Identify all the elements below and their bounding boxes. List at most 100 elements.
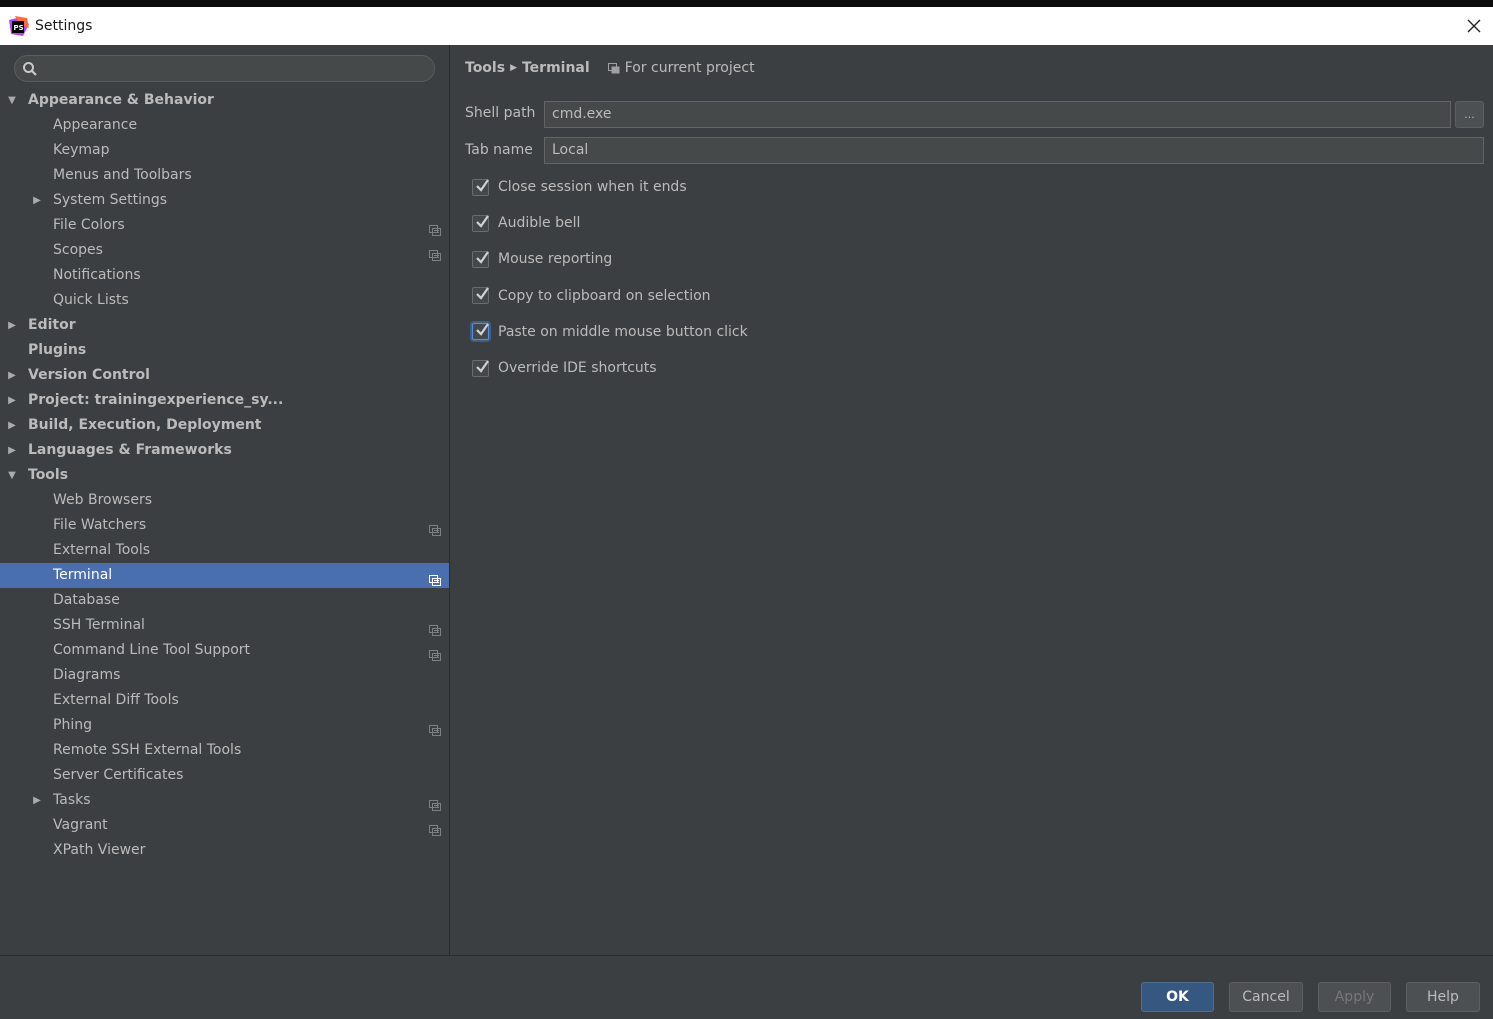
sidebar-item-label: XPath Viewer xyxy=(53,842,146,858)
project-scope-icon xyxy=(429,795,441,811)
sidebar-item-appearance-behavior[interactable]: ▼ Appearance & Behavior xyxy=(0,88,449,113)
sidebar-item-plugins[interactable]: Plugins xyxy=(0,338,449,363)
project-scope-icon xyxy=(429,220,441,236)
breadcrumb-parent: Tools xyxy=(465,60,506,76)
sidebar-item-scopes[interactable]: Scopes xyxy=(0,238,449,263)
checkmark-icon[interactable] xyxy=(472,178,489,196)
sidebar-item-label: Project: trainingexperience_sy... xyxy=(28,392,284,408)
paste-middle-click-checkbox[interactable]: Paste on middle mouse button click xyxy=(472,321,748,343)
chevron-right-icon[interactable]: ▶ xyxy=(6,438,18,463)
sidebar-item-server-certificates[interactable]: Server Certificates xyxy=(0,763,449,788)
sidebar-item-tools[interactable]: ▼ Tools xyxy=(0,463,449,488)
sidebar-item-label: Database xyxy=(53,592,120,608)
apply-button[interactable]: Apply xyxy=(1318,982,1391,1012)
window-top-edge xyxy=(0,0,1493,7)
project-scope-hint: For current project xyxy=(607,60,755,76)
tab-name-label: Tab name xyxy=(465,142,533,158)
dialog-footer: OK Cancel Apply Help xyxy=(0,955,1493,1019)
project-scope-icon xyxy=(429,645,441,661)
chevron-right-icon[interactable]: ▶ xyxy=(31,788,43,813)
sidebar-item-terminal[interactable]: Terminal xyxy=(0,563,449,588)
sidebar-item-external-diff-tools[interactable]: External Diff Tools xyxy=(0,688,449,713)
settings-sidebar: ▼ Appearance & Behavior Appearance Keymap Me… xyxy=(0,45,449,955)
sidebar-item-label: Remote SSH External Tools xyxy=(53,742,242,758)
close-icon[interactable] xyxy=(1459,11,1489,41)
sidebar-item-appearance[interactable]: Appearance xyxy=(0,113,449,138)
sidebar-item-label: File Watchers xyxy=(53,517,147,533)
sidebar-item-phing[interactable]: Phing xyxy=(0,713,449,738)
checkmark-icon[interactable] xyxy=(472,287,489,305)
audible-bell-checkbox[interactable]: Audible bell xyxy=(472,212,580,234)
checkmark-icon[interactable] xyxy=(472,214,489,232)
sidebar-item-build-execution-deployment[interactable]: ▶ Build, Execution, Deployment xyxy=(0,413,449,438)
checkbox-label: Copy to clipboard on selection xyxy=(498,287,711,304)
sidebar-item-file-watchers[interactable]: File Watchers xyxy=(0,513,449,538)
sidebar-item-xpath-viewer[interactable]: XPath Viewer xyxy=(0,838,449,863)
sidebar-item-label: Plugins xyxy=(28,342,87,358)
browse-button[interactable]: ... xyxy=(1455,101,1484,128)
copy-to-clipboard-checkbox[interactable]: Copy to clipboard on selection xyxy=(472,285,711,307)
sidebar-item-project[interactable]: ▶ Project: trainingexperience_sy... xyxy=(0,388,449,413)
sidebar-item-command-line-tool-support[interactable]: Command Line Tool Support xyxy=(0,638,449,663)
sidebar-item-label: Version Control xyxy=(28,367,150,383)
svg-text:PS: PS xyxy=(14,24,24,32)
sidebar-item-database[interactable]: Database xyxy=(0,588,449,613)
project-scope-icon xyxy=(607,62,620,73)
sidebar-item-label: Tools xyxy=(28,467,69,483)
sidebar-item-menus-toolbars[interactable]: Menus and Toolbars xyxy=(0,163,449,188)
shell-path-field[interactable]: cmd.exe xyxy=(544,101,1451,128)
project-scope-icon xyxy=(429,520,441,536)
breadcrumb-current: Terminal xyxy=(521,60,590,76)
chevron-right-icon[interactable]: ▶ xyxy=(6,363,18,388)
checkbox-label: Override IDE shortcuts xyxy=(498,360,657,376)
sidebar-item-label: Notifications xyxy=(53,267,141,283)
sidebar-item-label: Phing xyxy=(53,717,92,733)
sidebar-item-remote-ssh-external-tools[interactable]: Remote SSH External Tools xyxy=(0,738,449,763)
mouse-reporting-checkbox[interactable]: Mouse reporting xyxy=(472,248,612,270)
chevron-right-icon[interactable]: ▶ xyxy=(6,413,18,438)
chevron-down-icon[interactable]: ▼ xyxy=(6,88,18,113)
sidebar-item-label: External Diff Tools xyxy=(53,692,179,708)
sidebar-item-tasks[interactable]: ▶ Tasks xyxy=(0,788,449,813)
sidebar-item-label: External Tools xyxy=(53,542,151,558)
sidebar-item-file-colors[interactable]: File Colors xyxy=(0,213,449,238)
shell-path-label: Shell path xyxy=(465,105,536,121)
sidebar-item-keymap[interactable]: Keymap xyxy=(0,138,449,163)
project-scope-label: For current project xyxy=(624,60,755,76)
checkmark-icon[interactable] xyxy=(472,359,489,377)
chevron-right-icon[interactable]: ▶ xyxy=(31,188,43,213)
sidebar-item-label: Command Line Tool Support xyxy=(53,642,251,658)
checkmark-icon[interactable] xyxy=(472,323,489,341)
help-button[interactable]: Help xyxy=(1406,982,1480,1012)
close-session-checkbox[interactable]: Close session when it ends xyxy=(472,176,687,198)
chevron-down-icon[interactable]: ▼ xyxy=(6,463,18,488)
ok-button[interactable]: OK xyxy=(1141,982,1214,1012)
search-input[interactable] xyxy=(14,55,435,82)
sidebar-item-web-browsers[interactable]: Web Browsers xyxy=(0,488,449,513)
sidebar-item-label: File Colors xyxy=(53,217,125,233)
override-ide-shortcuts-checkbox[interactable]: Override IDE shortcuts xyxy=(472,357,657,379)
sidebar-item-languages-frameworks[interactable]: ▶ Languages & Frameworks xyxy=(0,438,449,463)
checkbox-label: Paste on middle mouse button click xyxy=(498,323,748,340)
sidebar-item-label: Menus and Toolbars xyxy=(53,167,192,183)
sidebar-item-vagrant[interactable]: Vagrant xyxy=(0,813,449,838)
sidebar-item-editor[interactable]: ▶ Editor xyxy=(0,313,449,338)
sidebar-item-notifications[interactable]: Notifications xyxy=(0,263,449,288)
cancel-button[interactable]: Cancel xyxy=(1229,982,1303,1012)
sidebar-item-label: Keymap xyxy=(53,142,110,158)
sidebar-item-diagrams[interactable]: Diagrams xyxy=(0,663,449,688)
tab-name-field[interactable]: Local xyxy=(544,137,1484,164)
checkmark-icon[interactable] xyxy=(472,250,489,268)
sidebar-item-label: Web Browsers xyxy=(53,492,152,508)
terminal-settings-panel: Tools ▶ Terminal For current project She… xyxy=(450,45,1493,955)
sidebar-item-label: Editor xyxy=(28,317,76,333)
sidebar-item-ssh-terminal[interactable]: SSH Terminal xyxy=(0,613,449,638)
sidebar-item-quick-lists[interactable]: Quick Lists xyxy=(0,288,449,313)
sidebar-item-version-control[interactable]: ▶ Version Control xyxy=(0,363,449,388)
sidebar-item-external-tools[interactable]: External Tools xyxy=(0,538,449,563)
chevron-right-icon[interactable]: ▶ xyxy=(6,313,18,338)
sidebar-item-label: Build, Execution, Deployment xyxy=(28,417,262,433)
chevron-right-icon[interactable]: ▶ xyxy=(6,388,18,413)
sidebar-item-system-settings[interactable]: ▶ System Settings xyxy=(0,188,449,213)
sidebar-item-label: SSH Terminal xyxy=(53,617,145,633)
